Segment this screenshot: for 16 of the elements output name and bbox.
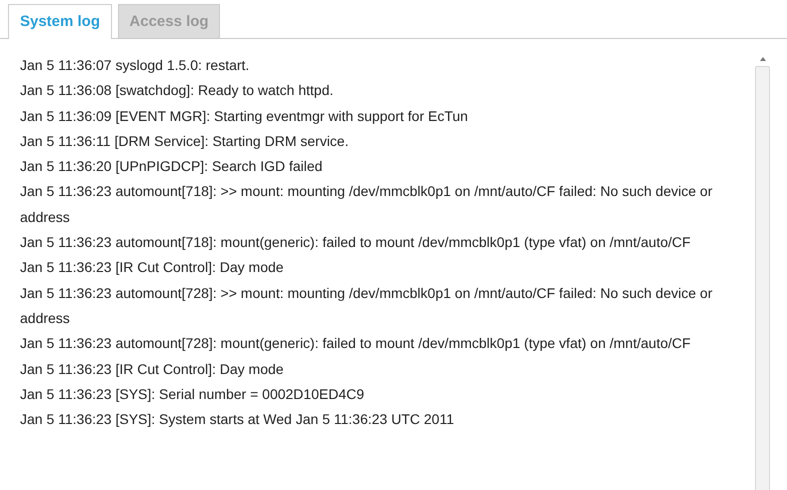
log-entry: Jan 5 11:36:08 [swatchdog]: Ready to watch httpd. (20, 81, 334, 100)
log-entry: Jan 5 11:36:23 [IR Cut Control]: Day mode (20, 258, 285, 278)
tab[interactable]: Access log (118, 4, 220, 38)
log-entry: Jan 5 11:36:23 [SYS]: Serial number = 0002D10ED4C9 (20, 384, 366, 404)
tab[interactable]: System log (8, 4, 112, 39)
log-entry: Jan 5 11:36:20 [UPnPIGDCP]: Search IGD failed (20, 157, 324, 176)
log-entry: Jan 5 11:36:23 automount[718]: >> mount: mounting /dev/mmcblk0p1 on /mnt/auto/CF failed: No such device or address (20, 182, 714, 227)
log-entry: Jan 5 11:36:23 automount[728]: mount(generic): failed to mount /dev/mmcblk0p1 (type vfat) on /mnt/auto/CF (20, 334, 692, 354)
log-entry: Jan 5 11:36:23 [IR Cut Control]: Day mode (20, 360, 285, 379)
log-entry: Jan 5 11:36:07 syslogd 1.5.0: restart. (20, 56, 250, 75)
log-entry: Jan 5 11:36:11 [DRM Service]: Starting DRM service. (20, 132, 350, 151)
log-entry: Jan 5 11:36:23 automount[728]: >> mount: mounting /dev/mmcblk0p1 on /mnt/auto/CF failed: No such device or address (20, 284, 714, 328)
scroll-up-arrow-icon[interactable] (760, 57, 766, 61)
log-entry: Jan 5 11:36:09 [EVENT MGR]: Starting eventmgr with support for EcTun (20, 106, 469, 126)
log-entry: Jan 5 11:36:23 [SYS]: System starts at Wed Jan 5 11:36:23 UTC 2011 (20, 410, 455, 430)
log-entry: Jan 5 11:36:23 automount[718]: mount(generic): failed to mount /dev/mmcblk0p1 (type vfat) on /mnt/auto/CF (20, 233, 692, 252)
